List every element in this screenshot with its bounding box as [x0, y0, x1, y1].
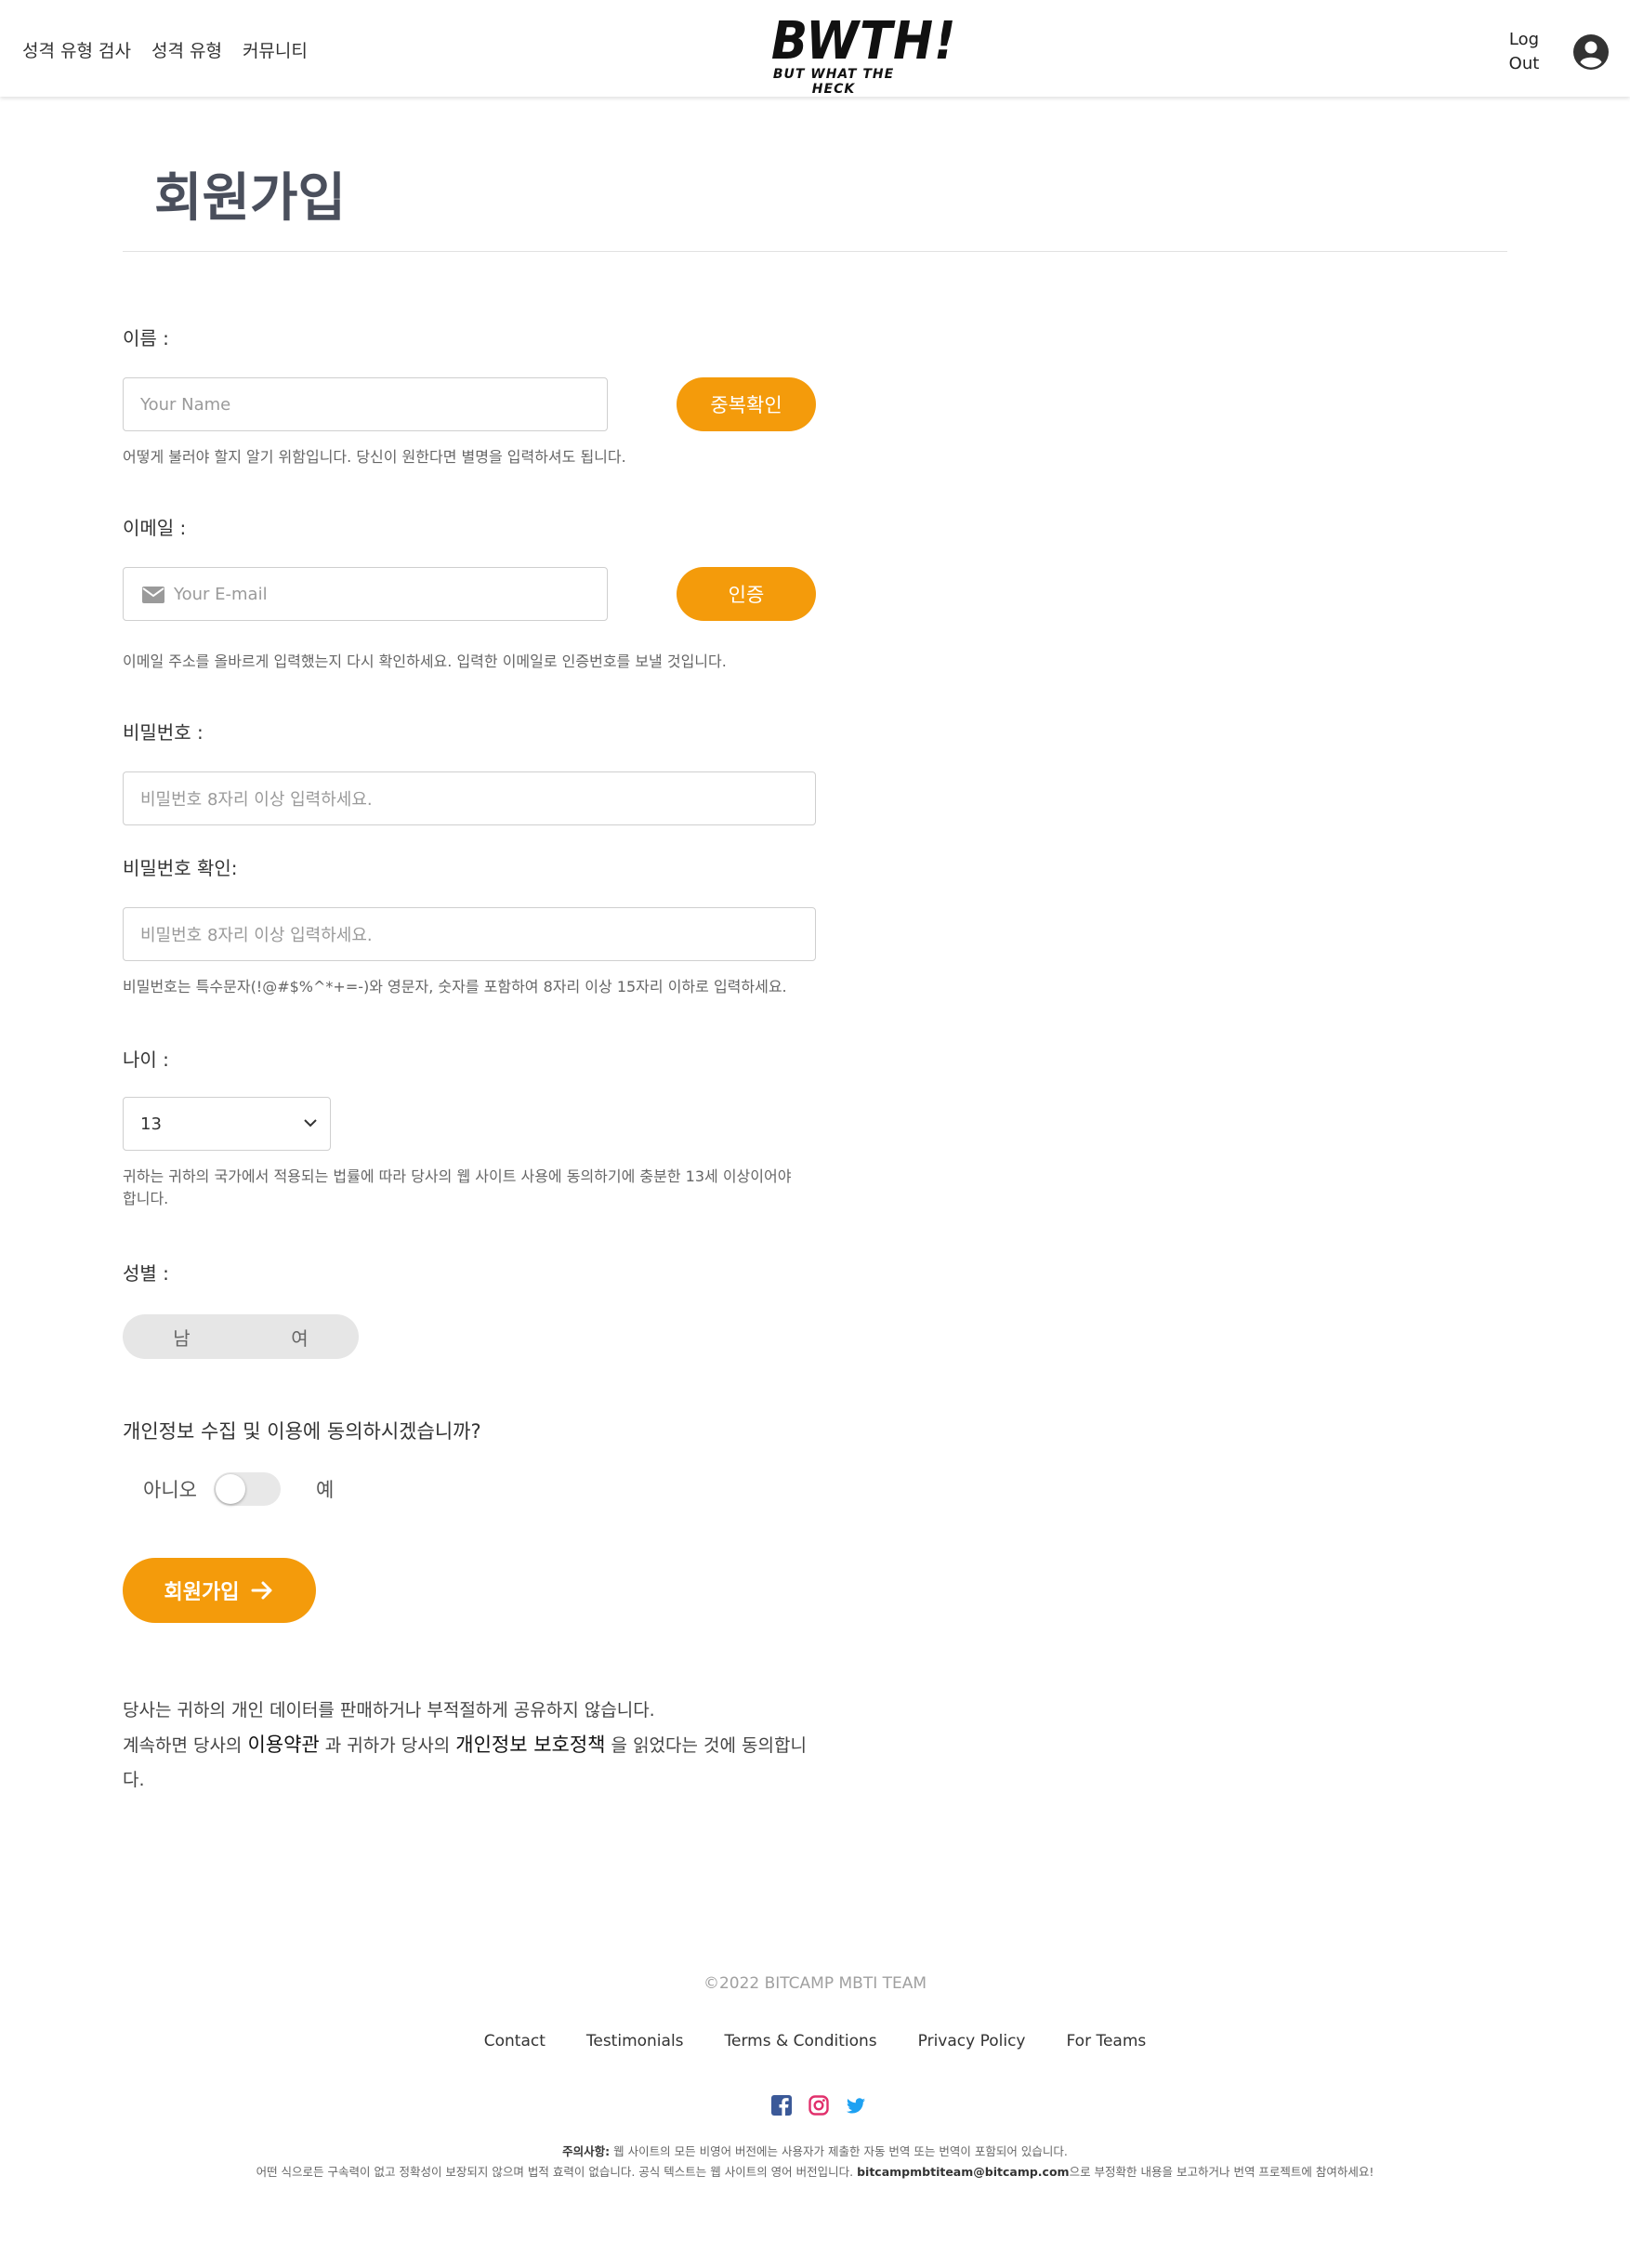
privacy-text-a: 계속하면 당사의: [123, 1735, 248, 1756]
age-selected-value: 13: [140, 1114, 162, 1134]
name-placeholder: Your Name: [140, 394, 231, 415]
page-title: 회원가입: [154, 168, 347, 229]
disclaimer-bold: 주의사항:: [562, 2144, 611, 2158]
name-input[interactable]: Your Name: [123, 377, 608, 431]
nav-personality-types[interactable]: 성격 유형: [151, 37, 222, 62]
age-help-line1: 귀하는 귀하의 국가에서 적용되는 법률에 따라 당사의 웹 사이트 사용에 동…: [123, 1167, 792, 1185]
email-input[interactable]: Your E-mail: [123, 567, 608, 621]
site-logo[interactable]: BWTH! BUT WHAT THE HECK: [766, 11, 957, 98]
verify-button[interactable]: 인증: [677, 567, 816, 621]
email-help: 이메일 주소를 올바르게 입력했는지 다시 확인하세요. 입력한 이메일로 인증…: [123, 653, 727, 670]
name-label: 이름 :: [123, 327, 169, 349]
instagram-icon[interactable]: [808, 2095, 829, 2116]
consent-yes-label[interactable]: 예: [316, 1475, 334, 1503]
privacy-policy-link[interactable]: 개인정보 보호정책: [455, 1734, 605, 1756]
password-confirm-input[interactable]: 비밀번호 8자리 이상 입력하세요.: [123, 907, 816, 961]
disclaimer-line2: 어떤 식으로든 구속력이 없고 정확성이 보장되지 않으며 법적 효력이 없습니…: [0, 2162, 1630, 2182]
disclaimer-line1: 주의사항: 웹 사이트의 모든 비영어 버전에는 사용자가 제출한 자동 번역 …: [0, 2142, 1630, 2162]
signup-button-label: 회원가입: [164, 1581, 240, 1604]
user-circle-icon[interactable]: [1572, 33, 1610, 71]
copyright: ©2022 BITCAMP MBTI TEAM: [703, 1974, 927, 1993]
password-confirm-label: 비밀번호 확인:: [123, 857, 238, 879]
nav-personality-test[interactable]: 성격 유형 검사: [22, 37, 131, 62]
consent-question: 개인정보 수집 및 이용에 동의하시겠습니까?: [123, 1420, 481, 1443]
envelope-icon: [142, 587, 164, 603]
age-help: 귀하는 귀하의 국가에서 적용되는 법률에 따라 당사의 웹 사이트 사용에 동…: [123, 1166, 791, 1210]
chevron-down-icon: [304, 1119, 317, 1127]
disclaimer-text2a: 어떤 식으로든 구속력이 없고 정확성이 보장되지 않으며 법적 효력이 없습니…: [256, 2165, 858, 2179]
gender-toggle: 남 여: [123, 1314, 359, 1359]
logout-line2: Out: [1508, 54, 1540, 73]
footer-link-contact[interactable]: Contact: [484, 2032, 546, 2050]
password-input[interactable]: 비밀번호 8자리 이상 입력하세요.: [123, 771, 816, 825]
facebook-icon[interactable]: [771, 2095, 792, 2116]
password-confirm-placeholder: 비밀번호 8자리 이상 입력하세요.: [140, 926, 373, 945]
privacy-notice: 당사는 귀하의 개인 데이터를 판매하거나 부적절하게 공유하지 않습니다. 계…: [123, 1694, 820, 1798]
disclaimer-email-link[interactable]: bitcampmbtiteam@bitcamp.com: [857, 2165, 1069, 2179]
terms-link[interactable]: 이용약관: [247, 1734, 319, 1756]
top-header: 성격 유형 검사 성격 유형 커뮤니티 BWTH! BUT WHAT THE H…: [0, 0, 1630, 97]
consent-toggle-row: 아니오 예: [143, 1472, 334, 1506]
logo-main-text: BWTH!: [770, 11, 957, 72]
social-icons: [771, 2095, 866, 2116]
switch-knob: [215, 1474, 245, 1504]
footer-link-privacy[interactable]: Privacy Policy: [918, 2032, 1026, 2050]
age-label: 나이 :: [123, 1048, 169, 1071]
footer-link-testimonials[interactable]: Testimonials: [586, 2032, 684, 2050]
privacy-text-b: 과 귀하가 당사의: [319, 1735, 456, 1756]
logout-link[interactable]: Log Out: [1507, 28, 1541, 76]
age-help-line2: 합니다.: [123, 1190, 169, 1207]
password-label: 비밀번호 :: [123, 721, 204, 744]
disclaimer-text1: 웹 사이트의 모든 비영어 버전에는 사용자가 제출한 자동 번역 또는 번역이…: [610, 2144, 1068, 2158]
consent-switch[interactable]: [213, 1472, 281, 1506]
main-nav: 성격 유형 검사 성격 유형 커뮤니티: [22, 37, 308, 62]
privacy-line2: 계속하면 당사의 이용약관 과 귀하가 당사의 개인정보 보호정책 을 읽었다는…: [123, 1728, 820, 1798]
logout-line1: Log: [1508, 30, 1540, 49]
name-help: 어떻게 불러야 할지 알기 위함입니다. 당신이 원한다면 별명을 입력하셔도 …: [123, 448, 626, 466]
age-select[interactable]: 13: [123, 1097, 331, 1151]
email-placeholder: Your E-mail: [174, 584, 268, 604]
consent-no-label[interactable]: 아니오: [143, 1475, 197, 1503]
footer-link-teams[interactable]: For Teams: [1067, 2032, 1147, 2050]
gender-label: 성별 :: [123, 1262, 169, 1285]
footer-links: Contact Testimonials Terms & Conditions …: [0, 2032, 1630, 2050]
title-divider: [123, 251, 1507, 252]
footer-link-terms[interactable]: Terms & Conditions: [725, 2032, 877, 2050]
twitter-icon[interactable]: [846, 2095, 866, 2116]
gender-male-option[interactable]: 남: [123, 1314, 241, 1359]
signup-button[interactable]: 회원가입: [123, 1558, 316, 1623]
email-label: 이메일 :: [123, 517, 187, 539]
duplicate-check-button[interactable]: 중복확인: [677, 377, 816, 431]
password-help: 비밀번호는 특수문자(!@#$%^*+=-)와 영문자, 숫자를 포함하여 8자…: [123, 978, 787, 996]
arrow-right-icon: [251, 1581, 272, 1600]
translation-disclaimer: 주의사항: 웹 사이트의 모든 비영어 버전에는 사용자가 제출한 자동 번역 …: [0, 2142, 1630, 2182]
privacy-line1: 당사는 귀하의 개인 데이터를 판매하거나 부적절하게 공유하지 않습니다.: [123, 1700, 655, 1721]
gender-female-option[interactable]: 여: [241, 1314, 359, 1359]
password-placeholder: 비밀번호 8자리 이상 입력하세요.: [140, 790, 373, 810]
disclaimer-text2b: 으로 부정확한 내용을 보고하거나 번역 프로젝트에 참여하세요!: [1069, 2165, 1374, 2179]
nav-community[interactable]: 커뮤니티: [243, 37, 308, 62]
